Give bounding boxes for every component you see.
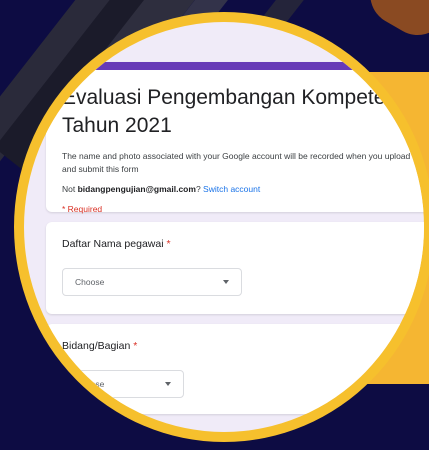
employee-name-dropdown[interactable]: Choose — [62, 268, 242, 296]
switch-account-link[interactable]: Switch account — [203, 184, 260, 194]
decorative-shape — [359, 0, 429, 46]
promo-graphic: Evaluasi Pengembangan Kompetensi Tahun 2… — [0, 0, 429, 450]
yellow-circle-frame: Evaluasi Pengembangan Kompetensi Tahun 2… — [14, 12, 429, 442]
form-title: Evaluasi Pengembangan Kompetensi Tahun 2… — [62, 86, 413, 137]
question-label: Daftar Nama pegawai * — [62, 238, 424, 250]
form-description: The name and photo associated with your … — [62, 151, 424, 174]
caret-down-icon — [223, 280, 229, 284]
required-star: * — [133, 340, 138, 352]
caret-down-icon — [165, 382, 171, 386]
google-form: Evaluasi Pengembangan Kompetensi Tahun 2… — [46, 62, 424, 424]
question-label: Bidang/Bagian * — [62, 340, 424, 352]
account-prefix: Not — [62, 184, 76, 194]
required-star: * — [166, 238, 171, 250]
question-card: Daftar Nama pegawai * Choose — [46, 222, 424, 314]
account-suffix: ? — [195, 184, 201, 194]
form-screenshot-viewport: Evaluasi Pengembangan Kompetensi Tahun 2… — [24, 22, 424, 432]
question-text: Bidang/Bagian — [62, 340, 131, 352]
account-email: bidangpengujian@gmail.com — [77, 184, 196, 194]
account-line: Not bidangpengujian@gmail.com? Switch ac… — [62, 184, 424, 194]
question-text: Daftar Nama pegawai — [62, 238, 164, 250]
required-note: * Required — [62, 204, 103, 214]
dropdown-value: Choose — [75, 379, 105, 389]
division-dropdown[interactable]: Choose — [62, 370, 184, 398]
dropdown-value: Choose — [75, 277, 105, 287]
question-card: Bidang/Bagian * Choose — [46, 324, 424, 414]
form-header-card: Evaluasi Pengembangan Kompetensi Tahun 2… — [46, 62, 424, 214]
